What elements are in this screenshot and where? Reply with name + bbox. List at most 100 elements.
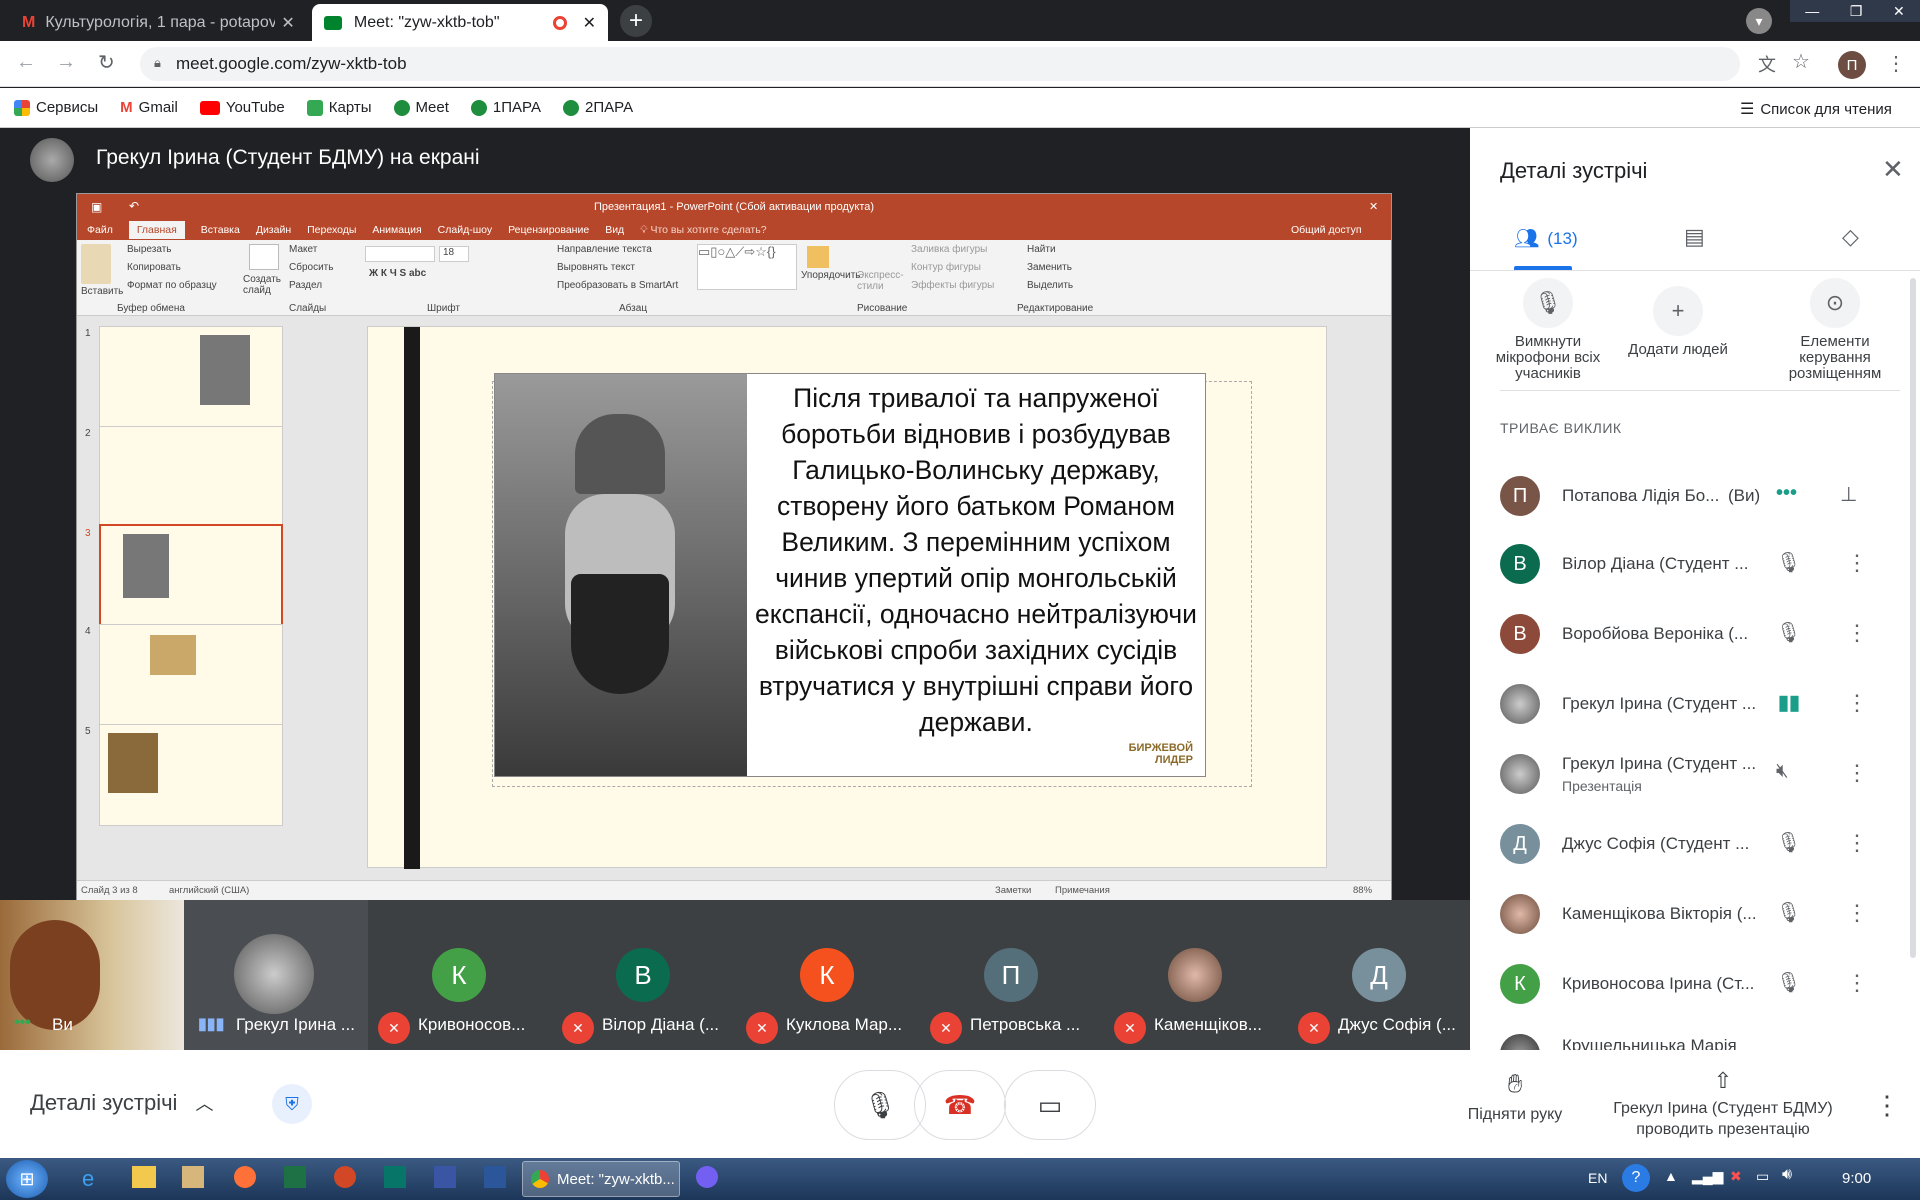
- excel-icon[interactable]: [284, 1166, 306, 1188]
- menu-design[interactable]: Дизайн: [256, 224, 291, 236]
- network-icon[interactable]: ▂▄▆: [1692, 1168, 1723, 1185]
- media-icon[interactable]: [182, 1166, 204, 1188]
- new-slide-label[interactable]: Создать слайд: [243, 274, 283, 296]
- maximize-icon[interactable]: ❐: [1850, 3, 1863, 20]
- text-direction-button[interactable]: Направление текста: [557, 244, 652, 255]
- slide-thumb-2[interactable]: [99, 426, 283, 528]
- reload-icon[interactable]: ↻: [98, 50, 115, 75]
- more-icon[interactable]: ⋮: [1846, 690, 1868, 716]
- smartart-button[interactable]: Преобразовать в SmartArt: [557, 280, 678, 291]
- more-icon[interactable]: ⋮: [1846, 900, 1868, 926]
- participant-tile[interactable]: К ✕ Кривоносов...: [368, 900, 552, 1050]
- menu-slideshow[interactable]: Слайд-шоу: [438, 224, 492, 236]
- shape-outline-button[interactable]: Контур фигуры: [911, 262, 981, 273]
- presenting-indicator[interactable]: ⇧ Грекул Ірина (Студент БДМУ) проводить …: [1600, 1068, 1846, 1139]
- participant-row[interactable]: Д Джус Софія (Студент ... 🎙︎ ⋮: [1500, 818, 1900, 874]
- bookmark-2para[interactable]: 2ПАРА: [563, 99, 633, 116]
- more-icon[interactable]: ⋮: [1846, 550, 1868, 576]
- menu-animation[interactable]: Анимация: [372, 224, 421, 236]
- more-options-icon[interactable]: ⋮: [1874, 1090, 1900, 1121]
- add-people-button[interactable]: + Додати людей: [1628, 286, 1728, 358]
- menu-home[interactable]: Главная: [128, 221, 185, 239]
- menu-icon[interactable]: ⋮: [1886, 51, 1906, 76]
- participant-row[interactable]: Грекул Ірина (Студент ... Презентація 🔇︎…: [1500, 748, 1900, 804]
- more-icon[interactable]: ⋮: [1846, 760, 1868, 786]
- new-tab-button[interactable]: +: [620, 5, 652, 37]
- volume-icon[interactable]: 🔊︎: [1782, 1166, 1792, 1184]
- bold-icon[interactable]: Ж К Ч S abc: [369, 268, 426, 279]
- save-icon[interactable]: ▣: [91, 200, 102, 214]
- battery-icon[interactable]: ▭: [1756, 1168, 1769, 1185]
- firefox-icon[interactable]: [234, 1166, 256, 1188]
- participant-row[interactable]: П Потапова Лідія Бо... (Ви) ••• ⊥: [1500, 468, 1900, 524]
- replace-button[interactable]: Заменить: [1027, 262, 1072, 273]
- ppt-close-icon[interactable]: ✕: [1369, 200, 1378, 213]
- start-button[interactable]: ⊞: [6, 1160, 48, 1198]
- chrome-task-button[interactable]: Meet: "zyw-xktb...: [522, 1161, 680, 1197]
- chat-icon[interactable]: ▤: [1684, 224, 1705, 250]
- participant-tile[interactable]: В ✕ Вілор Діана (...: [552, 900, 736, 1050]
- mute-all-button[interactable]: 🎙︎ Вимкнути мікрофони всіх учасників: [1488, 278, 1608, 382]
- forward-icon[interactable]: →: [56, 51, 76, 74]
- close-icon[interactable]: ✕: [583, 13, 596, 33]
- bookmark-1para[interactable]: 1ПАРА: [470, 99, 541, 116]
- more-icon[interactable]: ⋮: [1846, 970, 1868, 996]
- bookmark-services[interactable]: Сервисы: [14, 99, 98, 116]
- tab-kulturologiya[interactable]: M Культурологія, 1 пара - potapov ✕: [10, 4, 310, 41]
- publisher-icon[interactable]: [384, 1166, 406, 1188]
- help-icon[interactable]: ?: [1622, 1164, 1650, 1192]
- menu-view[interactable]: Вид: [605, 224, 624, 236]
- tab-people[interactable]: 👥︎ (13): [1514, 226, 1578, 251]
- bookmark-youtube[interactable]: YouTube: [199, 99, 285, 116]
- shield-icon[interactable]: ⛨: [272, 1084, 312, 1124]
- ie-icon[interactable]: e: [82, 1166, 94, 1192]
- minimize-icon[interactable]: —: [1805, 3, 1819, 19]
- find-button[interactable]: Найти: [1027, 244, 1056, 255]
- raise-hand-button[interactable]: ✋︎ Підняти руку: [1460, 1068, 1570, 1124]
- participant-row[interactable]: Грекул Ірина (Студент ... ▮▮ ⋮: [1500, 678, 1900, 734]
- more-icon[interactable]: ⋮: [1846, 620, 1868, 646]
- language-indicator[interactable]: EN: [1588, 1170, 1607, 1186]
- format-painter-button[interactable]: Формат по образцу: [127, 280, 217, 291]
- slide-thumb-3[interactable]: [99, 524, 283, 626]
- profile-avatar[interactable]: П: [1838, 51, 1866, 79]
- participant-tile[interactable]: Д ✕ Джус Софія (...: [1288, 900, 1470, 1050]
- microphone-button[interactable]: 🎙︎: [834, 1070, 926, 1140]
- clock[interactable]: 9:00: [1842, 1170, 1871, 1187]
- participant-tile[interactable]: К ✕ Куклова Мар...: [736, 900, 920, 1050]
- copy-button[interactable]: Копировать: [127, 262, 181, 273]
- share-button[interactable]: Общий доступ: [1291, 224, 1362, 236]
- new-slide-icon[interactable]: [249, 244, 279, 270]
- close-window-icon[interactable]: ✕: [1893, 3, 1905, 20]
- more-icon[interactable]: ⋮: [1846, 830, 1868, 856]
- participant-row[interactable]: В Воробйова Вероніка (... 🎙︎ ⋮: [1500, 608, 1900, 664]
- menu-insert[interactable]: Вставка: [201, 224, 240, 236]
- participant-row[interactable]: Крушельницька Марія: [1500, 1028, 1900, 1050]
- arrange-label[interactable]: Упорядочить: [801, 270, 861, 281]
- menu-file[interactable]: Файл: [87, 224, 113, 236]
- close-icon[interactable]: ✕: [281, 13, 294, 33]
- shapes-gallery[interactable]: ▭▯○△⟋⇨☆{}: [697, 244, 797, 290]
- layout-button[interactable]: Макет: [289, 244, 317, 255]
- self-tile[interactable]: ••• Ви: [0, 900, 184, 1050]
- participant-row[interactable]: К Кривоносова Ірина (Ст... 🎙︎ ⋮: [1500, 958, 1900, 1014]
- slide-thumb-1[interactable]: [99, 326, 283, 428]
- powerpoint-icon[interactable]: [334, 1166, 356, 1188]
- arrange-icon[interactable]: [807, 246, 829, 268]
- visio-icon[interactable]: [434, 1166, 456, 1188]
- select-button[interactable]: Выделить: [1027, 280, 1073, 291]
- back-icon[interactable]: ←: [16, 51, 36, 74]
- notes-button[interactable]: Заметки: [995, 885, 1031, 896]
- paste-label[interactable]: Вставить: [81, 286, 123, 297]
- activities-icon[interactable]: ◇: [1842, 224, 1859, 250]
- omnibox[interactable]: 🔒︎ meet.google.com/zyw-xktb-tob: [140, 47, 1740, 81]
- participant-tile[interactable]: ✕ Каменщіков...: [1104, 900, 1288, 1050]
- slide-thumb-4[interactable]: [99, 624, 283, 726]
- zoom-level[interactable]: 88%: [1353, 885, 1372, 896]
- reset-button[interactable]: Сбросить: [289, 262, 333, 273]
- participant-tile[interactable]: ▮▮▮ Грекул Ірина ...: [184, 900, 368, 1050]
- cut-button[interactable]: Вырезать: [127, 244, 171, 255]
- hang-up-button[interactable]: ☎︎: [914, 1070, 1006, 1140]
- action-center-icon[interactable]: ✖: [1730, 1168, 1742, 1185]
- section-button[interactable]: Раздел: [289, 280, 322, 291]
